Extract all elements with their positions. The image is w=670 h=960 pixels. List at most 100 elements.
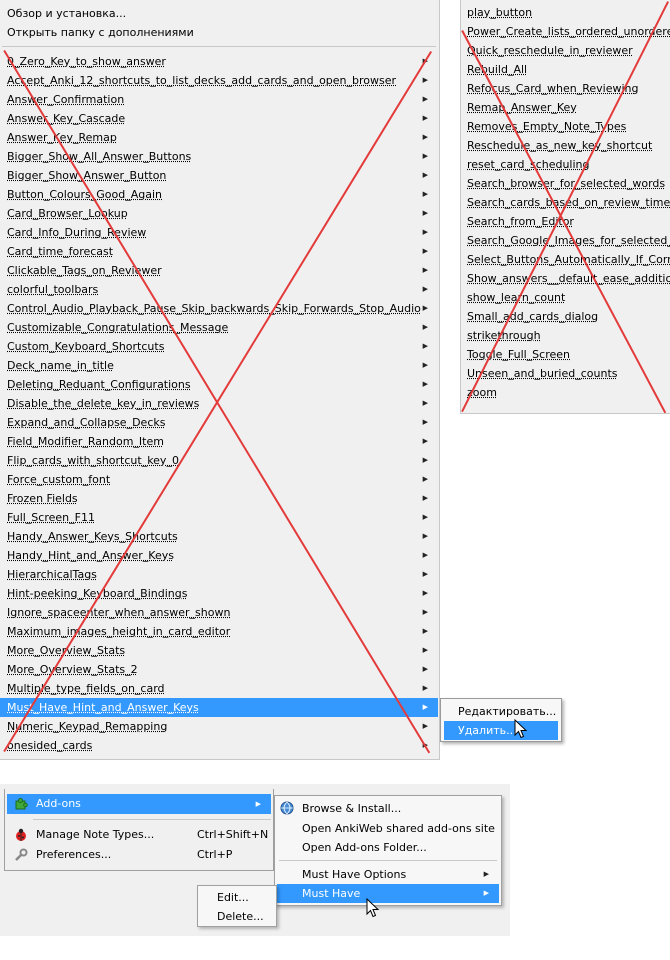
menu-item-label: Numeric_Keypad_Remapping [7, 720, 168, 733]
addon-menu-item[interactable]: Maximum_images_height_in_card_editor ▶ [0, 622, 438, 641]
addon-menu-item[interactable]: play_button [467, 3, 670, 22]
menu-item-top[interactable]: Обзор и установка... [0, 4, 438, 23]
addon-menu-item[interactable]: onesided_cards▶ [0, 736, 438, 755]
menu-item-label: Card_Browser_Lookup [7, 207, 128, 220]
addon-menu-item[interactable]: Removes_Empty_Note_Types [467, 117, 670, 136]
puzzle-icon [14, 797, 28, 811]
addon-menu-item[interactable]: Answer_Key_Remap ▶ [0, 128, 438, 147]
addons-list-menu-column-2: play_button Power_Create_lists_ordered_un… [460, 0, 670, 414]
submenu-arrow-icon: ▶ [422, 551, 428, 559]
submenu-arrow-icon: ▶ [422, 437, 428, 445]
addon-menu-item[interactable]: Deck_name_in_title ▶ [0, 356, 438, 375]
addons-menu-item[interactable]: Add-ons ▶ [7, 794, 271, 814]
addon-menu-item[interactable]: Force_custom_font ▶ [0, 470, 438, 489]
addon-menu-item[interactable]: Answer_Key_Cascade ▶ [0, 109, 438, 128]
addon-menu-item[interactable]: Ignore_spaceenter_when_answer_shown ▶ [0, 603, 438, 622]
menu-item-label: Answer_Key_Cascade [7, 112, 126, 125]
addon-menu-item[interactable]: Control_Audio_Playback_Pause_Skip_backwa… [0, 299, 438, 318]
open-ankiweb-menu-item[interactable]: Open AnkiWeb shared add-ons site [277, 819, 499, 838]
addon-menu-item[interactable]: Accept_Anki_12_shortcuts_to_list_decks_a… [0, 71, 438, 90]
addon-menu-item[interactable]: zoom [467, 383, 670, 402]
addon-menu-item[interactable]: Button_Colours_Good_Again ▶ [0, 185, 438, 204]
menu-item-label: Открыть папку с дополнениями [7, 26, 194, 39]
menu-item-label: strikethrough [467, 329, 541, 342]
menu-item-label: Disable_the_delete_key_in_reviews [7, 397, 200, 410]
submenu-arrow-icon: ▶ [422, 361, 428, 369]
menu-item-label: Maximum_images_height_in_card_editor [7, 625, 231, 638]
addon-menu-item[interactable]: Hint-peeking_Keyboard_Bindings ▶ [0, 584, 438, 603]
submenu-arrow-icon: ▶ [422, 627, 428, 635]
menu-item-top[interactable]: Открыть папку с дополнениями [0, 23, 438, 42]
addon-menu-item[interactable]: Select_Buttons_Automatically_If_Corre [467, 250, 670, 269]
delete-menu-item[interactable]: Удалить... [444, 721, 558, 740]
menu-item-label: Multiple_type_fields_on_card [7, 682, 165, 695]
addon-menu-item[interactable]: Search_browser_for_selected_words [467, 174, 670, 193]
edit-delete-menu: Edit... Delete... [197, 885, 277, 927]
addon-menu-item[interactable]: Handy_Answer_Keys_Shortcuts ▶ [0, 527, 438, 546]
delete-menu-item[interactable]: Delete... [200, 907, 274, 926]
addon-menu-item[interactable]: colorful_toolbars ▶ [0, 280, 438, 299]
submenu-arrow-icon: ▶ [422, 133, 428, 141]
addon-menu-item[interactable]: Small_add_cards_dialog [467, 307, 670, 326]
addon-menu-item[interactable]: Remap_Answer_Key [467, 98, 670, 117]
must-have-options-menu-item[interactable]: Must Have Options ▶ [277, 865, 499, 884]
menu-item-label: Open AnkiWeb shared add-ons site [302, 822, 495, 835]
menu-item-label: Power_Create_lists_ordered_unordered_ [467, 25, 670, 38]
edit-menu-item[interactable]: Edit... [200, 888, 274, 907]
manage-note-types-menu-item[interactable]: Manage Note Types... Ctrl+Shift+N [7, 825, 271, 845]
addon-menu-item[interactable]: HierarchicalTags ▶ [0, 565, 438, 584]
preferences-menu-item[interactable]: Preferences... Ctrl+P [7, 845, 271, 865]
addon-menu-item[interactable]: Answer_Confirmation ▶ [0, 90, 438, 109]
addon-menu-item[interactable]: Reschedule_as_new_key_shortcut [467, 136, 670, 155]
addon-menu-item[interactable]: Clickable_Tags_on_Reviewer ▶ [0, 261, 438, 280]
addon-menu-item[interactable]: Full_Screen_F11 ▶ [0, 508, 438, 527]
must-have-menu-item[interactable]: Must Have ▶ [277, 884, 499, 903]
addon-menu-item[interactable]: More_Overview_Stats_2 ▶ [0, 660, 438, 679]
addon-menu-item[interactable]: Multiple_type_fields_on_card ▶ [0, 679, 438, 698]
addon-menu-item[interactable]: reset_card_scheduling [467, 155, 670, 174]
submenu-arrow-icon: ▶ [422, 323, 428, 331]
submenu-arrow-icon: ▶ [255, 800, 261, 808]
addon-menu-item[interactable]: Search_Google_Images_for_selected_w [467, 231, 670, 250]
submenu-arrow-icon: ▶ [422, 399, 428, 407]
edit-menu-item[interactable]: Редактировать... [444, 702, 558, 721]
submenu-arrow-icon: ▶ [422, 608, 428, 616]
menu-item-label: Card_time_forecast [7, 245, 114, 258]
menu-item-label: Обзор и установка... [7, 7, 127, 20]
addon-menu-item[interactable]: Handy_Hint_and_Answer_Keys ▶ [0, 546, 438, 565]
addon-menu-item[interactable]: Flip_cards_with_shortcut_key_0 ▶ [0, 451, 438, 470]
menu-separator [2, 46, 436, 47]
addon-menu-item[interactable]: Rebuild_All [467, 60, 670, 79]
submenu-arrow-icon: ▶ [422, 589, 428, 597]
submenu-arrow-icon: ▶ [483, 889, 489, 897]
addon-menu-item[interactable]: Field_Modifier_Random_Item ▶ [0, 432, 438, 451]
addon-menu-item[interactable]: Toggle_Full_Screen [467, 345, 670, 364]
submenu-arrow-icon: ▶ [422, 228, 428, 236]
menu-item-label: Custom_Keyboard_Shortcuts [7, 340, 165, 353]
addon-menu-item[interactable]: Show_answers__default_ease_additiona [467, 269, 670, 288]
addon-menu-item[interactable]: Deleting_Reduant_Configurations ▶ [0, 375, 438, 394]
addon-menu-item[interactable]: Expand_and_Collapse_Decks ▶ [0, 413, 438, 432]
addon-menu-item[interactable]: Custom_Keyboard_Shortcuts ▶ [0, 337, 438, 356]
menu-item-label: Rebuild_All [467, 63, 528, 76]
menu-item-label: Handy_Answer_Keys_Shortcuts [7, 530, 178, 543]
addons-list-menu: Обзор и установка... Открыть папку с допо… [0, 0, 440, 760]
submenu-arrow-icon: ▶ [422, 152, 428, 160]
menu-item-label: Delete... [217, 910, 264, 923]
addon-menu-item[interactable]: Customizable_Congratulations_Message ▶ [0, 318, 438, 337]
menu-item-label: Preferences... [36, 848, 112, 861]
addon-menu-item[interactable]: Card_Info_During_Review ▶ [0, 223, 438, 242]
menu-item-label: Unseen_and_buried_counts [467, 367, 618, 380]
addon-menu-item[interactable]: Card_time_forecast ▶ [0, 242, 438, 261]
addon-menu-item[interactable]: Bigger_Show_Answer_Button ▶ [0, 166, 438, 185]
addon-menu-item[interactable]: Frozen Fields ▶ [0, 489, 438, 508]
browse-install-menu-item[interactable]: Browse & Install... [277, 799, 499, 818]
addon-menu-item[interactable]: 0_Zero_Key_to_show_answer▶ [0, 52, 438, 71]
addon-menu-item[interactable]: Numeric_Keypad_Remapping ▶ [0, 717, 438, 736]
addon-menu-item[interactable]: Power_Create_lists_ordered_unordered_ [467, 22, 670, 41]
open-addons-folder-menu-item[interactable]: Open Add-ons Folder... [277, 838, 499, 857]
addon-menu-item[interactable]: Card_Browser_Lookup ▶ [0, 204, 438, 223]
addon-menu-item[interactable]: Must_Have_Hint_and_Answer_Keys ▶ [0, 698, 438, 717]
menu-item-label: Handy_Hint_and_Answer_Keys [7, 549, 174, 562]
addon-menu-item[interactable]: show_learn_count [467, 288, 670, 307]
